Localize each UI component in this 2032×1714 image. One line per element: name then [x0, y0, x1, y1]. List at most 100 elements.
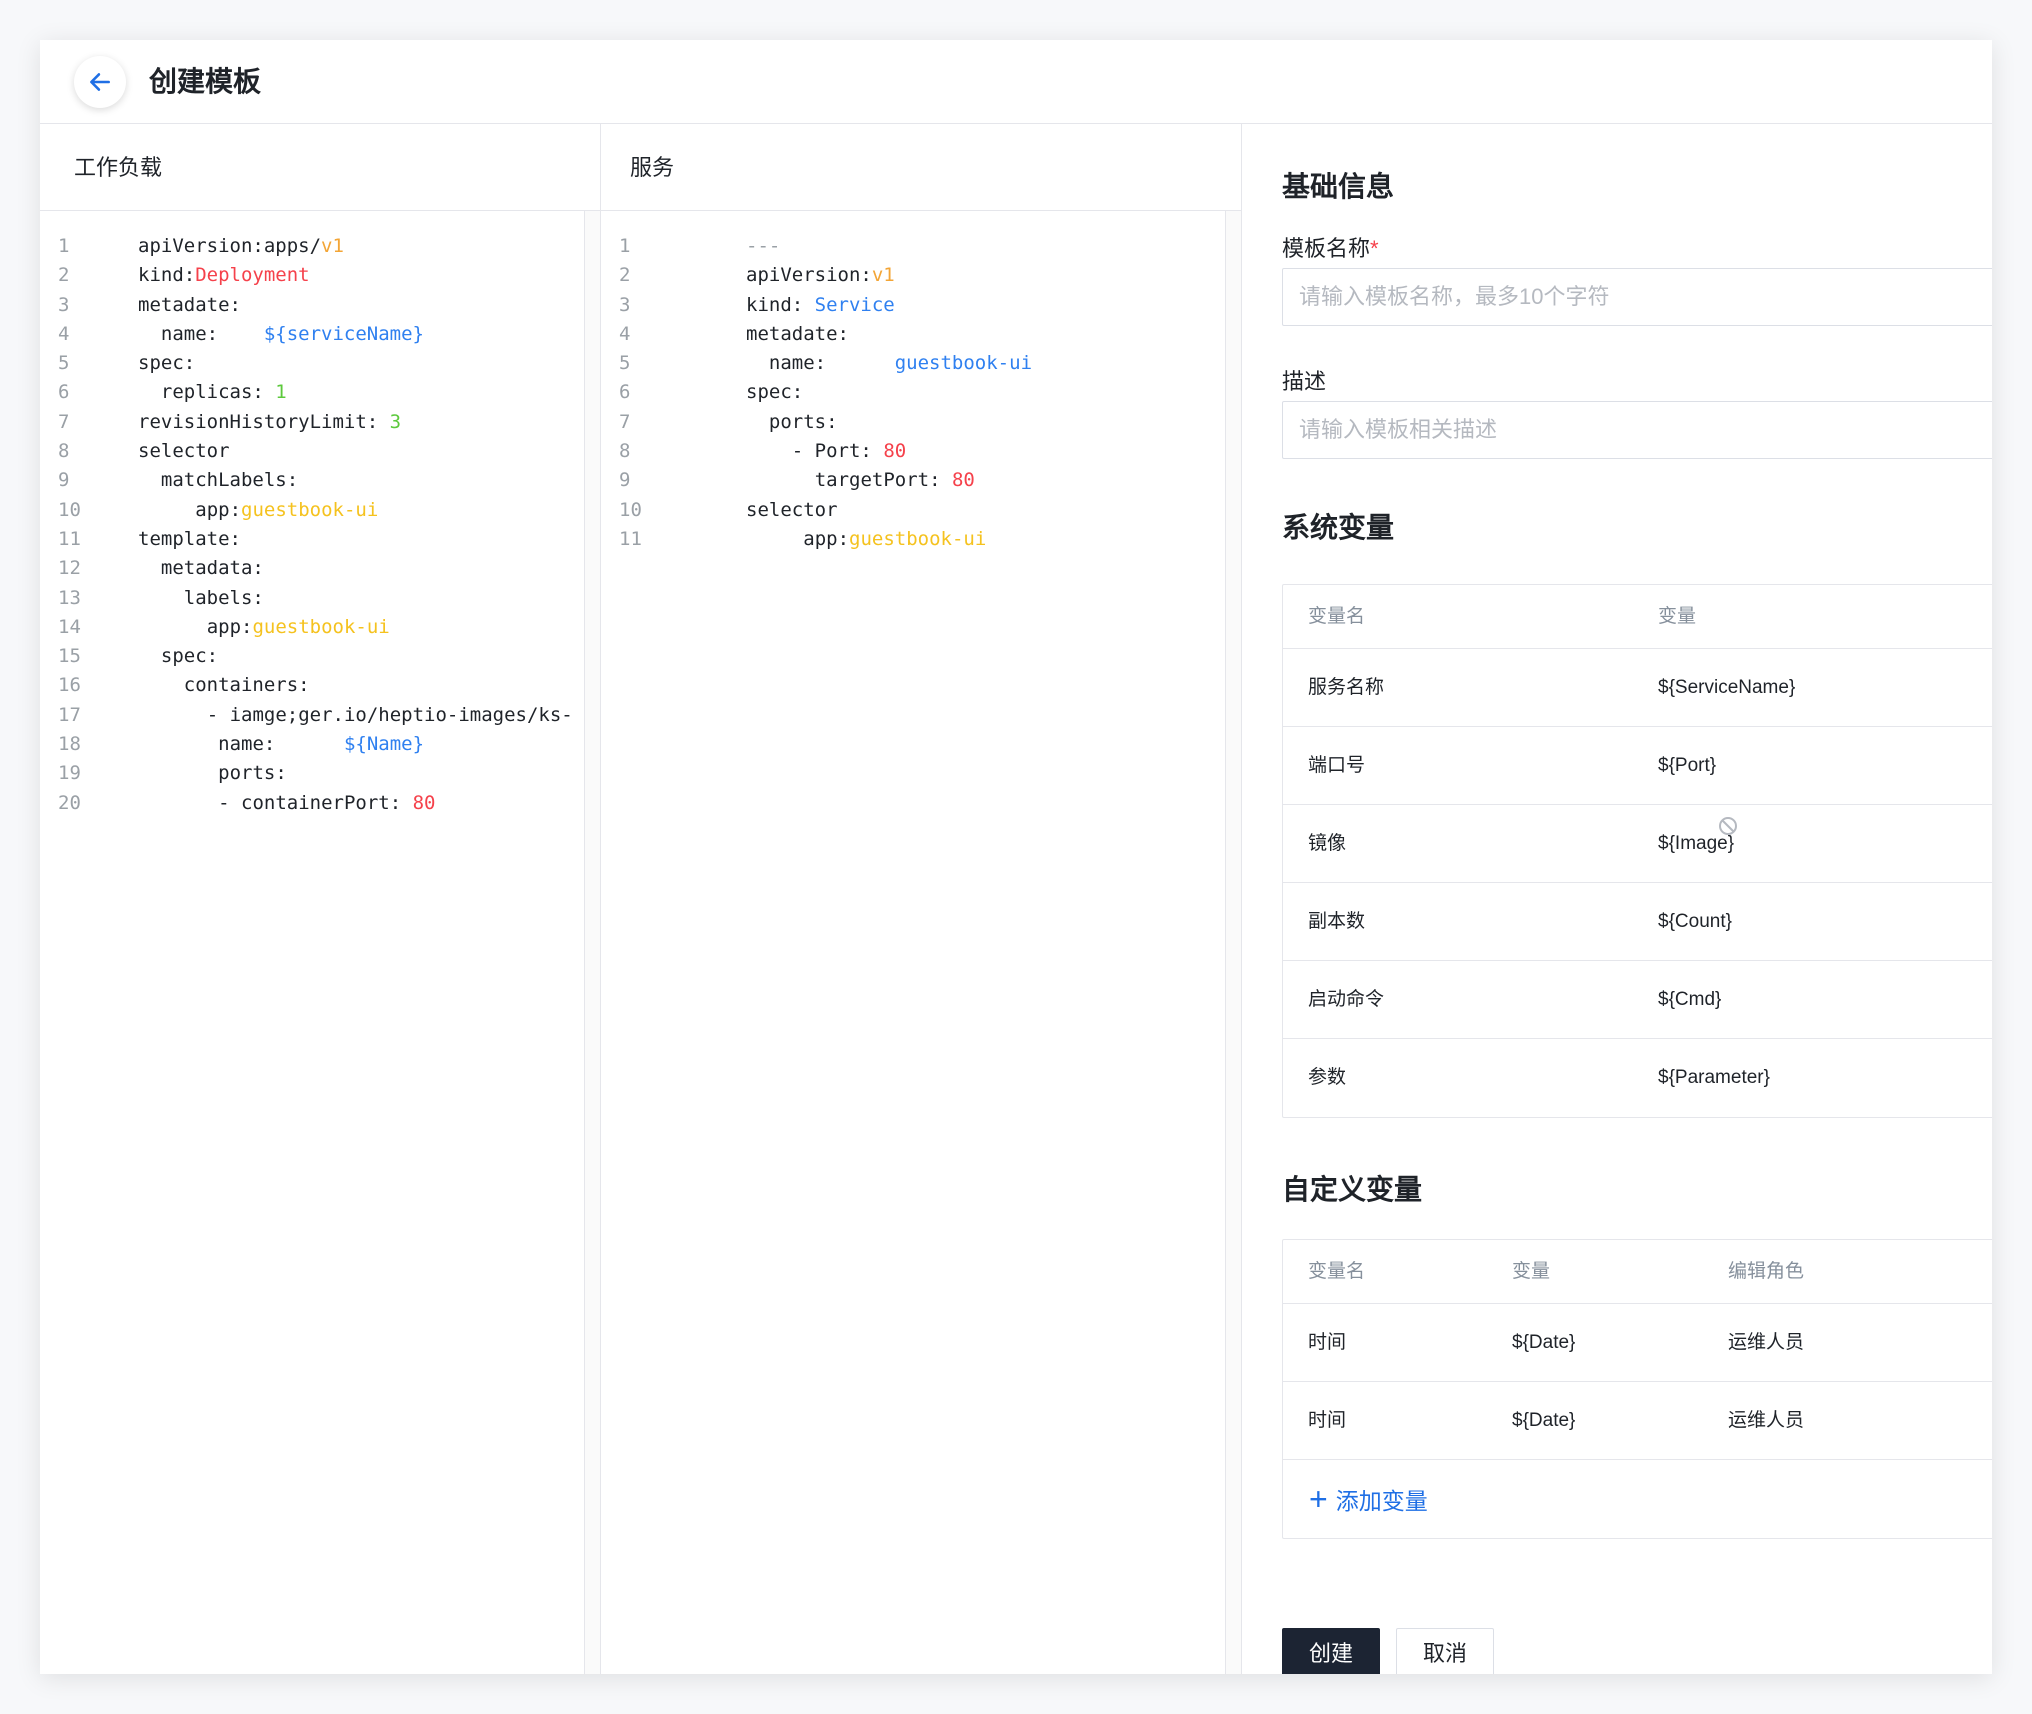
code-line: 3 metadate: — [40, 291, 584, 320]
code-token: guestbook-ui — [894, 352, 1033, 375]
code-text: name: guestbook-ui — [769, 349, 1032, 378]
code-token: Service — [814, 293, 895, 316]
line-number: 2 — [619, 264, 631, 287]
code-line: 20 - containerPort: 80 — [40, 789, 584, 818]
line-number: 8 — [619, 440, 631, 463]
edit-role-cell: 运维人员 — [1728, 1332, 1805, 1353]
code-token: 1 — [275, 381, 287, 404]
code-token: selector — [746, 498, 838, 521]
code-line: 12 metadata: — [40, 554, 584, 583]
code-text: ports: — [769, 408, 838, 437]
code-line: 1 apiVersion:apps/v1 — [40, 232, 584, 261]
code-text: - Port: 80 — [792, 437, 906, 466]
code-token: apiVersion:apps/ — [138, 235, 322, 257]
line-number: 9 — [58, 469, 70, 492]
back-button[interactable] — [74, 56, 126, 108]
code-line: 14 app:guestbook-ui — [40, 613, 584, 642]
code-text: --- — [746, 232, 780, 261]
workload-code-editor[interactable]: 1 apiVersion:apps/v1 2 kind:Deployment 3 meta… — [40, 232, 584, 818]
code-token: app: — [206, 615, 253, 638]
line-number: 5 — [619, 352, 631, 375]
var-value-cell: ${Port} — [1658, 755, 1717, 776]
create-template-window: 创建模板 工作负载 1 apiVersion:apps/v1 2 kind:Deplo… — [40, 40, 1992, 1674]
code-text: app:guestbook-ui — [207, 613, 390, 642]
basic-info-title: 基础信息 — [1282, 171, 1395, 202]
description-input[interactable] — [1282, 401, 1992, 459]
column-header: 变量名 — [1308, 1261, 1366, 1282]
workload-editor-scrollbar[interactable] — [584, 211, 600, 1674]
line-number: 10 — [619, 498, 642, 521]
line-number: 1 — [58, 235, 70, 257]
code-token: - containerPort: — [218, 791, 413, 814]
line-number: 3 — [619, 293, 631, 316]
code-token: app: — [803, 527, 850, 550]
template-name-input[interactable] — [1282, 268, 1992, 326]
code-text: replicas: 1 — [161, 378, 287, 407]
code-token: ${Name} — [343, 733, 425, 756]
code-token: kind: — [138, 264, 196, 287]
create-button[interactable]: 创建 — [1282, 1628, 1380, 1674]
table-row: 端口号 ${Port} — [1283, 727, 1992, 805]
service-editor-scrollbar[interactable] — [1225, 211, 1241, 1674]
code-token: apiVersion: — [746, 264, 872, 287]
line-number: 1 — [619, 235, 631, 257]
code-text: spec: — [138, 349, 195, 378]
code-line: 8 selector — [40, 437, 584, 466]
var-value-cell: ${Count} — [1658, 911, 1732, 932]
line-number: 9 — [619, 469, 631, 492]
description-label: 描述 — [1282, 369, 1327, 394]
code-line: 18 name: ${Name} — [40, 730, 584, 759]
not-allowed-cursor-icon — [1719, 817, 1737, 835]
code-text: kind: Service — [746, 291, 895, 320]
code-token: Deployment — [195, 264, 310, 287]
add-variable-button[interactable]: + 添加变量 — [1309, 1460, 1428, 1538]
code-text: containers: — [184, 671, 310, 700]
edit-role-cell: 运维人员 — [1728, 1410, 1805, 1431]
code-token: kind: — [746, 293, 815, 316]
line-number: 5 — [58, 352, 70, 375]
code-token: ${serviceName} — [263, 322, 424, 345]
line-number: 12 — [58, 557, 81, 580]
line-number: 10 — [58, 498, 81, 521]
var-value-cell: ${Cmd} — [1658, 989, 1722, 1010]
line-number: 4 — [619, 322, 631, 345]
code-line: 5 name: guestbook-ui — [601, 349, 1225, 378]
table-row: 服务名称 ${ServiceName} — [1283, 649, 1992, 727]
code-token: metadate: — [746, 322, 849, 345]
line-number: 20 — [58, 791, 81, 814]
code-text: app:guestbook-ui — [195, 496, 378, 525]
code-text: apiVersion:apps/v1 — [138, 232, 344, 261]
cancel-button[interactable]: 取消 — [1396, 1628, 1494, 1674]
service-pane-title: 服务 — [601, 124, 1241, 211]
code-token: name: — [768, 352, 895, 375]
var-value-cell: ${Date} — [1512, 1410, 1576, 1431]
code-token: name: — [218, 733, 344, 756]
code-line: 16 containers: — [40, 671, 584, 700]
service-code-editor[interactable]: 1 --- 2 apiVersion:v1 3 kind: Service 4 metadat… — [601, 232, 1225, 554]
code-text: matchLabels: — [161, 466, 298, 495]
code-token: targetPort: — [814, 469, 952, 492]
line-number: 6 — [58, 381, 70, 404]
code-text: ports: — [218, 759, 287, 788]
line-number: 7 — [58, 410, 70, 433]
code-line: 3 kind: Service — [601, 291, 1225, 320]
table-header-row: 变量名 变量 编辑角色 — [1283, 1240, 1992, 1304]
code-token: app: — [195, 498, 242, 521]
add-variable-row: + 添加变量 — [1283, 1460, 1992, 1538]
code-line: 6 replicas: 1 — [40, 378, 584, 407]
line-number: 7 — [619, 410, 631, 433]
code-line: 13 labels: — [40, 584, 584, 613]
var-name-cell: 端口号 — [1308, 755, 1366, 776]
code-token: 80 — [412, 791, 436, 814]
code-line: 19 ports: — [40, 759, 584, 788]
code-text: template: — [138, 525, 241, 554]
system-vars-table: 变量名 变量 服务名称 ${ServiceName} 端口号 ${Port} 镜… — [1282, 584, 1992, 1118]
code-line: 6 spec: — [601, 378, 1225, 407]
line-number: 14 — [58, 615, 81, 638]
code-token: guestbook-ui — [252, 615, 390, 638]
table-row: 参数 ${Parameter} — [1283, 1039, 1992, 1117]
code-token: guestbook-ui — [241, 498, 379, 521]
code-text: name: ${serviceName} — [161, 320, 424, 349]
line-number: 8 — [58, 440, 70, 463]
column-header: 变量名 — [1308, 606, 1366, 627]
